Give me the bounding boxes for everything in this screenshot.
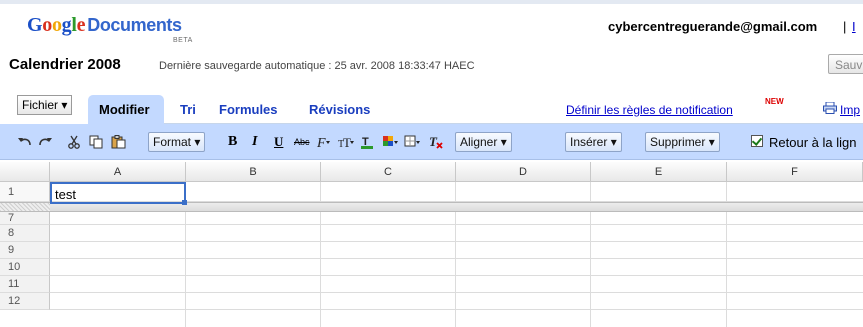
chevron-down-icon: ▾ bbox=[705, 135, 715, 149]
row-line bbox=[50, 309, 863, 310]
svg-text:F: F bbox=[316, 136, 326, 149]
logo-letter: o bbox=[51, 14, 62, 36]
align-dropdown[interactable]: Aligner ▾ bbox=[455, 132, 512, 152]
text-color-icon[interactable]: T bbox=[360, 135, 376, 149]
account-separator: | bbox=[843, 19, 847, 34]
format-dropdown[interactable]: Format ▾ bbox=[148, 132, 206, 152]
chevron-down-icon: ▾ bbox=[191, 135, 201, 149]
chevron-down-icon: ▾ bbox=[607, 135, 617, 149]
logo-letter: g bbox=[61, 14, 72, 36]
file-menu-button[interactable]: Fichier ▾ bbox=[17, 95, 73, 115]
selected-cell-a1[interactable] bbox=[50, 182, 186, 204]
column-header-a[interactable]: A bbox=[50, 162, 186, 182]
row-header-1[interactable]: 1 bbox=[0, 182, 50, 202]
chevron-down-icon: ▾ bbox=[58, 98, 68, 112]
paste-icon[interactable] bbox=[110, 135, 126, 149]
insert-label: Insérer bbox=[570, 135, 608, 149]
notification-rules-link[interactable]: Définir les règles de notification bbox=[566, 103, 733, 117]
column-line bbox=[185, 212, 186, 327]
document-title[interactable]: Calendrier 2008 bbox=[9, 56, 121, 73]
redo-icon[interactable] bbox=[37, 135, 53, 149]
column-line bbox=[320, 182, 321, 202]
column-line bbox=[726, 212, 727, 327]
new-badge: NEW bbox=[765, 97, 784, 106]
logo-product-name: Documents bbox=[87, 15, 182, 35]
row-header-12[interactable]: 12 bbox=[0, 293, 50, 310]
strikethrough-button[interactable]: Abc bbox=[294, 137, 310, 147]
insert-dropdown[interactable]: Insérer ▾ bbox=[565, 132, 622, 152]
printer-icon[interactable] bbox=[823, 102, 837, 114]
chevron-down-icon: ▾ bbox=[497, 135, 507, 149]
delete-dropdown[interactable]: Supprimer ▾ bbox=[645, 132, 720, 152]
column-line bbox=[590, 182, 591, 202]
row-header-8[interactable]: 8 bbox=[0, 225, 50, 242]
fill-handle[interactable] bbox=[182, 200, 187, 205]
print-link[interactable]: Imp bbox=[840, 103, 860, 117]
column-header-c[interactable]: C bbox=[321, 162, 456, 182]
format-label: Format bbox=[153, 135, 192, 149]
row-header-11[interactable]: 11 bbox=[0, 276, 50, 293]
row-line bbox=[50, 224, 863, 225]
column-line bbox=[320, 212, 321, 327]
tab-tri[interactable]: Tri bbox=[180, 102, 196, 117]
column-header-e[interactable]: E bbox=[591, 162, 727, 182]
column-header-d[interactable]: D bbox=[456, 162, 591, 182]
column-header-f[interactable]: F bbox=[727, 162, 863, 182]
formatting-toolbar: Format ▾ B I U Abc F TT T T Aligner ▾ In… bbox=[0, 124, 863, 160]
logo-letter: e bbox=[76, 14, 86, 36]
borders-icon[interactable] bbox=[404, 135, 420, 149]
wrap-text-checkbox[interactable] bbox=[751, 135, 763, 147]
top-border bbox=[0, 0, 863, 4]
cut-icon[interactable] bbox=[66, 135, 82, 149]
row-header-7[interactable]: 7 bbox=[0, 212, 50, 225]
logo-letter: o bbox=[42, 14, 52, 36]
italic-button[interactable]: I bbox=[252, 134, 257, 150]
clear-formatting-icon[interactable]: T bbox=[428, 135, 444, 149]
copy-icon[interactable] bbox=[88, 135, 104, 149]
bold-button[interactable]: B bbox=[228, 134, 237, 150]
wrap-text-label: Retour à la lign bbox=[769, 135, 857, 150]
underline-button[interactable]: U bbox=[274, 134, 283, 150]
svg-text:T: T bbox=[343, 135, 351, 149]
logo-letter: G bbox=[27, 14, 43, 36]
column-line bbox=[590, 212, 591, 327]
account-email: cybercentreguerande@gmail.com bbox=[608, 19, 818, 34]
background-color-icon[interactable] bbox=[382, 135, 398, 149]
font-size-icon[interactable]: TT bbox=[338, 135, 354, 149]
google-docs-logo[interactable]: Google Documents bbox=[27, 14, 182, 36]
row-line bbox=[50, 258, 863, 259]
tab-revisions[interactable]: Révisions bbox=[309, 102, 370, 117]
row-header-10[interactable]: 10 bbox=[0, 259, 50, 276]
column-line bbox=[455, 182, 456, 202]
column-line bbox=[455, 212, 456, 327]
tab-modifier[interactable]: Modifier bbox=[88, 95, 164, 125]
account-link[interactable]: I bbox=[852, 19, 856, 34]
beta-label: BETA bbox=[173, 37, 193, 44]
delete-label: Supprimer bbox=[650, 135, 706, 149]
row-header-9[interactable]: 9 bbox=[0, 242, 50, 259]
svg-text:T: T bbox=[429, 135, 438, 149]
file-menu-label: Fichier bbox=[22, 98, 59, 112]
tab-label: Modifier bbox=[99, 102, 150, 117]
tab-formules[interactable]: Formules bbox=[219, 102, 278, 117]
grid-corner[interactable] bbox=[0, 162, 50, 182]
save-button[interactable]: Sauv bbox=[828, 54, 863, 74]
row-line bbox=[50, 292, 863, 293]
column-header-b[interactable]: B bbox=[186, 162, 321, 182]
autosave-status: Dernière sauvegarde automatique : 25 avr… bbox=[159, 60, 475, 72]
align-label: Aligner bbox=[460, 135, 498, 149]
undo-icon[interactable] bbox=[17, 135, 33, 149]
spreadsheet-grid[interactable]: A B C D E F 1 7 8 9 10 11 12 test bbox=[0, 162, 863, 327]
font-family-icon[interactable]: F bbox=[316, 135, 332, 149]
row-line bbox=[50, 275, 863, 276]
row-line bbox=[50, 241, 863, 242]
column-line bbox=[726, 182, 727, 202]
